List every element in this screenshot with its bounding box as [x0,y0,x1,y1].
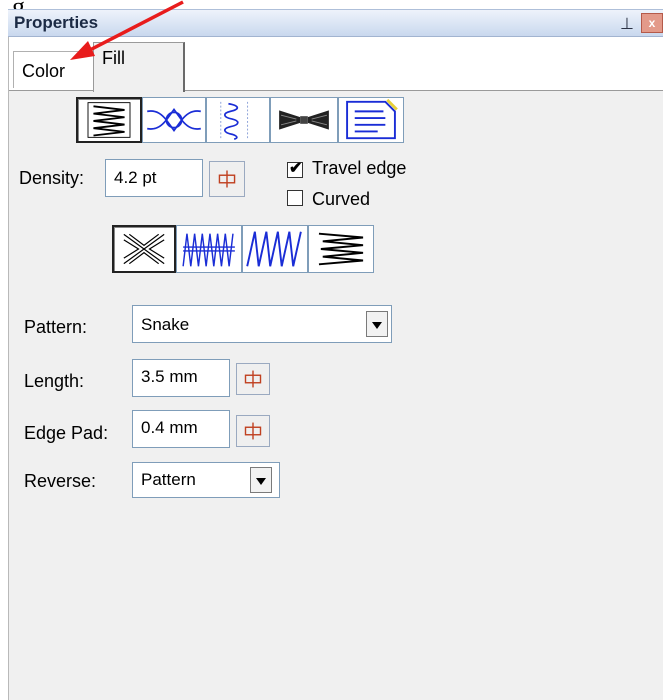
pattern-label: Pattern: [24,317,88,337]
vertical-zigzag-pattern-icon[interactable] [176,225,242,273]
length-spin-icon[interactable] [236,363,270,395]
spiral-wave-icon[interactable] [206,97,270,143]
tab-strip: Color Fill [9,37,663,92]
pin-icon[interactable]: ⊥ [620,14,634,34]
curved-label: Curved [312,189,371,209]
tab-color-label: Color [22,61,66,81]
reverse-dropdown-arrow-icon[interactable] [250,467,272,493]
travel-edge-label: Travel edge [312,158,407,178]
density-label: Density: [19,168,85,188]
close-button[interactable]: x [641,13,663,33]
edge-pad-spin-icon[interactable] [236,415,270,447]
tab-color[interactable]: Color [13,51,97,88]
edge-pad-label: Edge Pad: [24,423,109,443]
length-label: Length: [24,371,85,391]
decorative-loops-icon[interactable] [142,97,206,143]
tab-fill-label: Fill [102,48,125,68]
properties-panel: Color Fill Density: 4.2 pt ✔ Travel edge… [8,37,663,700]
density-spin-icon[interactable] [209,161,245,197]
bowtie-fill-icon[interactable] [270,97,338,143]
check-mark-icon: ✔ [289,160,303,177]
length-input[interactable]: 3.5 mm [132,359,230,397]
x-cross-pattern-icon[interactable] [112,225,176,273]
edge-pad-input[interactable]: 0.4 mm [132,410,230,448]
notes-fill-icon[interactable] [338,97,404,143]
tab-fill[interactable]: Fill [93,42,185,92]
panel-title: Properties [14,13,99,32]
satin-zigzag-icon[interactable] [76,97,142,143]
pattern-select[interactable]: Snake [132,305,392,343]
pattern-dropdown-arrow-icon[interactable] [366,311,388,337]
properties-title-bar: Properties ⊥ x [8,9,663,37]
reverse-label: Reverse: [24,471,97,491]
diagonal-zigzag-pattern-icon[interactable] [242,225,308,273]
horizontal-zigzag-pattern-icon[interactable] [308,225,374,273]
curved-checkbox[interactable] [287,190,303,206]
travel-edge-checkbox[interactable]: ✔ [287,160,303,178]
density-input[interactable]: 4.2 pt [105,159,203,197]
